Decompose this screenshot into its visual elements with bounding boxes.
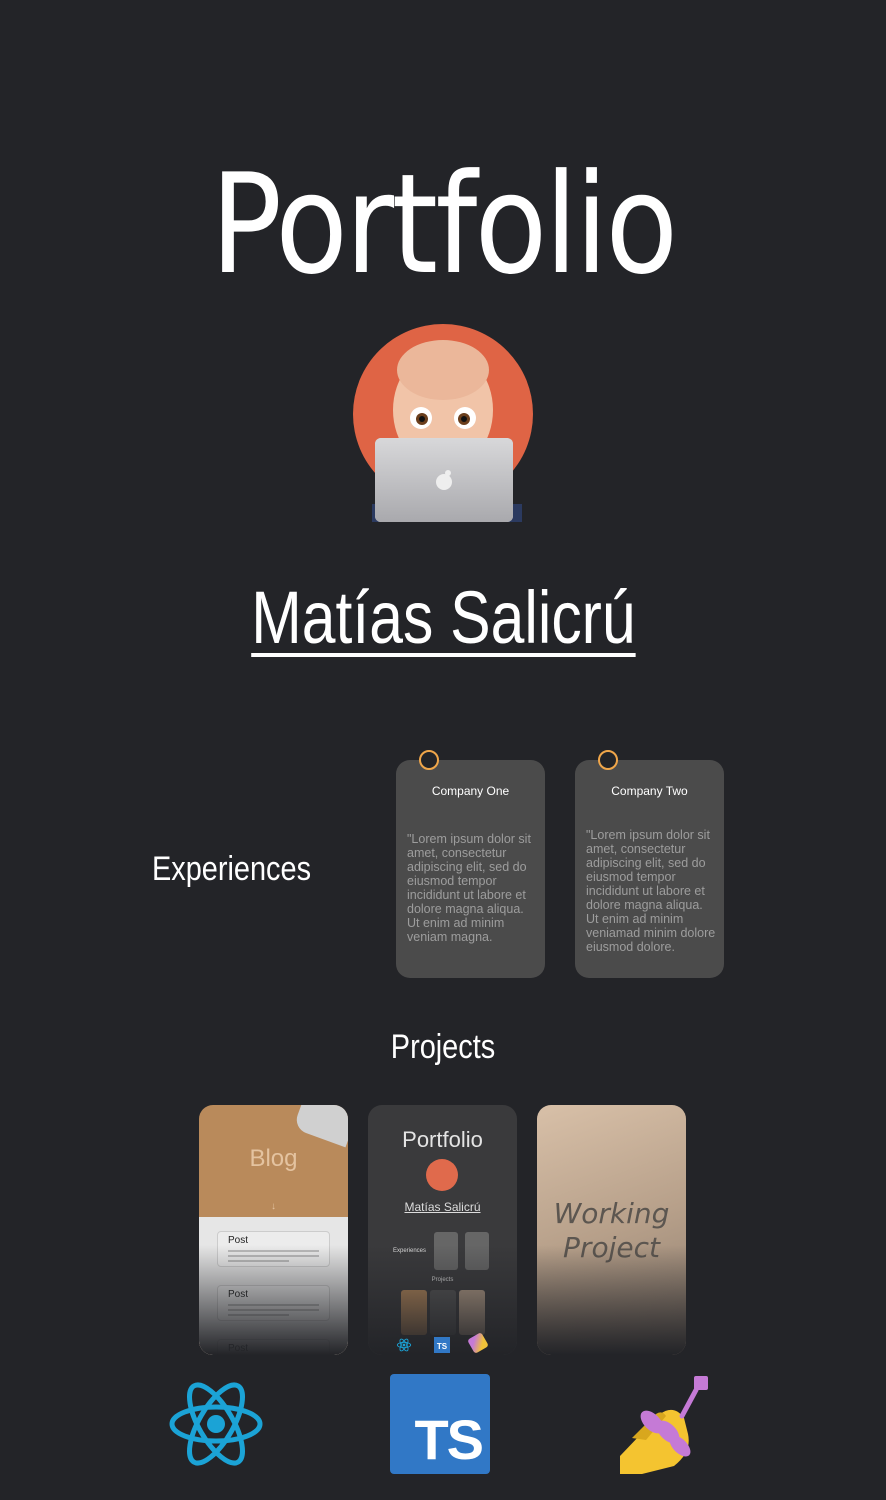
page-fold-icon — [292, 1105, 348, 1148]
timeline-dot-icon — [419, 750, 439, 770]
experience-company: Company Two — [611, 784, 688, 798]
typescript-icon: TS — [390, 1374, 490, 1474]
experiences-heading: Experiences — [152, 850, 312, 888]
project-title: Working Project — [553, 1197, 670, 1264]
mini-project — [430, 1290, 456, 1335]
blog-post-list: Post Post Post — [199, 1217, 348, 1355]
mini-name: Matías Salicrú — [404, 1200, 481, 1214]
post-label: Post — [228, 1343, 249, 1354]
experience-card[interactable]: Company One "Lorem ipsum dolor sit amet,… — [396, 750, 545, 978]
projects-heading: Projects — [390, 1028, 496, 1066]
profile-name[interactable]: Matías Salicrú — [0, 575, 886, 661]
project-card-working[interactable]: Working Project — [537, 1105, 686, 1355]
profile-name-text[interactable]: Matías Salicrú — [251, 575, 635, 661]
arrow-down-icon: ↓ — [271, 1201, 276, 1212]
project-card-blog[interactable]: Blog ↓ Post Post Post — [199, 1105, 348, 1355]
mini-experience-card — [434, 1232, 458, 1270]
experience-company: Company One — [431, 784, 510, 798]
timeline-dot-icon — [598, 750, 618, 770]
mini-react-icon — [396, 1338, 412, 1352]
experience-description: "Lorem ipsum dolor sit amet, consectetur… — [407, 832, 531, 944]
typescript-label: TS — [414, 1408, 484, 1471]
blog-post-preview: Post — [217, 1285, 330, 1321]
mini-avatar — [426, 1159, 458, 1191]
mini-nail-polish-icon — [467, 1332, 489, 1354]
nail-polish-icon — [620, 1376, 708, 1474]
avatar — [353, 324, 533, 522]
project-title: Blog — [249, 1145, 298, 1172]
react-icon — [169, 1382, 263, 1466]
mini-experiences-label: Experiences — [393, 1248, 427, 1254]
mini-typescript-icon: TS — [434, 1337, 450, 1353]
mini-project — [401, 1290, 427, 1335]
project-title: Portfolio — [402, 1127, 483, 1152]
blog-post-preview: Post — [217, 1339, 330, 1355]
experience-card[interactable]: Company Two "Lorem ipsum dolor sit amet,… — [575, 750, 724, 978]
mini-experience-card — [465, 1232, 489, 1270]
page-title: Portfolio — [210, 144, 678, 305]
project-card-portfolio[interactable]: Portfolio Matías Salicrú Experiences Pro… — [368, 1105, 517, 1355]
post-label: Post — [228, 1289, 249, 1300]
experience-description: "Lorem ipsum dolor sit amet, consectetur… — [586, 828, 716, 954]
blog-post-preview: Post — [217, 1231, 330, 1267]
mini-projects-label: Projects — [431, 1277, 454, 1283]
mini-project — [459, 1290, 485, 1335]
post-label: Post — [228, 1235, 249, 1246]
